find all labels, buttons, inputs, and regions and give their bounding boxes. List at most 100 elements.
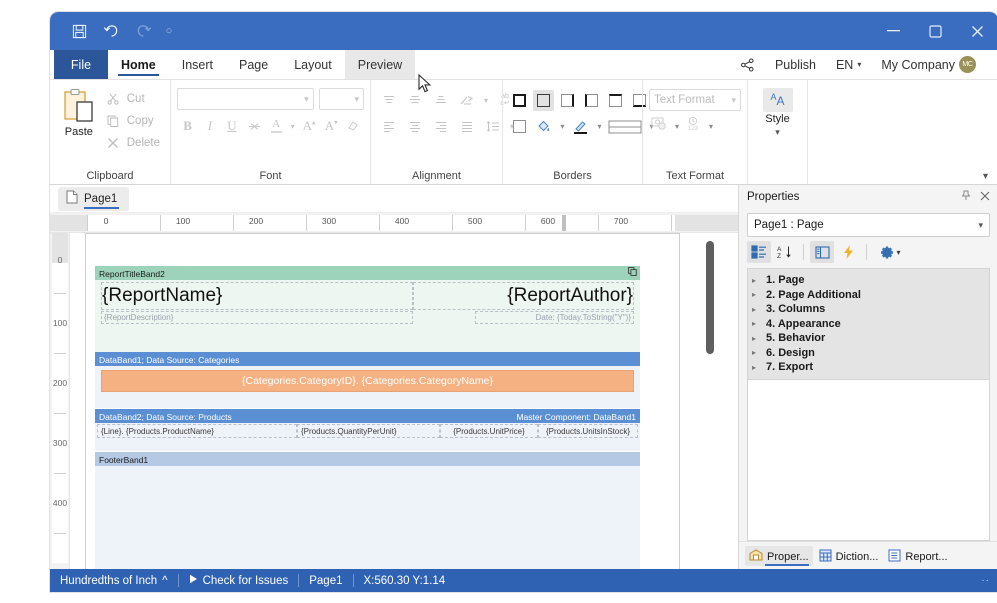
category-header-text[interactable]: {Categories.CategoryID}. {Categories.Cat…: [101, 370, 634, 392]
align-middle-icon[interactable]: [403, 89, 427, 111]
canvas-scroll-area[interactable]: ReportTitleBand2 {ReportName} {ReportAut…: [71, 233, 738, 569]
page-tab-page1[interactable]: Page1: [58, 186, 130, 211]
properties-category-row[interactable]: ▸ 1. Page: [748, 273, 989, 288]
band-data-2[interactable]: DataBand2; Data Source: Products Master …: [95, 409, 640, 451]
report-date-text[interactable]: Date: {Today.ToString("Y")}: [475, 311, 634, 324]
canvas-vertical-scrollbar-track[interactable]: [706, 233, 727, 569]
align-center-icon[interactable]: [403, 115, 427, 137]
save-icon[interactable]: [64, 17, 94, 45]
strikethrough-button[interactable]: [244, 115, 265, 137]
horizontal-ruler[interactable]: 0 100 200 300 400 500 600 700: [50, 213, 738, 233]
close-icon[interactable]: [956, 12, 997, 50]
properties-category-row[interactable]: ▸ 3. Columns: [748, 302, 989, 317]
fill-color-chevron-down-icon[interactable]: ▾: [557, 116, 567, 137]
tab-layout[interactable]: Layout: [281, 50, 345, 79]
font-size-combo[interactable]: ▾: [318, 88, 364, 110]
language-selector[interactable]: EN ▾: [826, 50, 871, 80]
chevron-right-icon[interactable]: ▸: [752, 319, 761, 328]
border-box-icon[interactable]: [533, 90, 554, 111]
align-justify-icon[interactable]: [455, 115, 479, 137]
properties-category-row[interactable]: ▸ 2. Page Additional: [748, 288, 989, 303]
report-description-text[interactable]: {ReportDescription}: [101, 311, 413, 324]
text-rotation-icon[interactable]: [455, 89, 479, 111]
publish-button[interactable]: Publish: [765, 50, 826, 80]
account-menu[interactable]: My Company MC: [871, 50, 986, 80]
border-color-chevron-down-icon[interactable]: ▾: [594, 116, 604, 137]
band-body-report-title[interactable]: {ReportName} {ReportAuthor} {ReportDescr…: [95, 280, 640, 352]
band-body-footer-1[interactable]: [95, 466, 640, 569]
chevron-right-icon[interactable]: ▸: [752, 363, 761, 372]
ribbon-collapse-chevron-down-icon[interactable]: ▾: [983, 171, 988, 182]
font-color-button[interactable]: A: [266, 115, 287, 137]
paste-button[interactable]: Paste: [56, 86, 102, 138]
text-rotation-chevron-down-icon[interactable]: ▾: [481, 89, 491, 111]
maximize-icon[interactable]: [914, 12, 956, 50]
cut-button[interactable]: Cut: [102, 88, 164, 109]
increase-font-size-button[interactable]: A▴: [298, 115, 319, 137]
border-all-icon[interactable]: [509, 90, 530, 111]
properties-category-list[interactable]: ▸ 1. Page ▸ 2. Page Additional ▸ 3. Colu…: [747, 268, 990, 380]
border-none-icon[interactable]: [509, 116, 530, 137]
properties-category-row[interactable]: ▸ 7. Export: [748, 360, 989, 375]
delete-button[interactable]: Delete: [102, 132, 164, 153]
share-icon[interactable]: [730, 50, 765, 80]
minimize-icon[interactable]: [872, 12, 914, 50]
border-style-icon[interactable]: [607, 116, 643, 137]
units-selector[interactable]: Hundredths of Inch ^: [50, 569, 178, 592]
tab-dictionary[interactable]: Diction...: [815, 546, 883, 566]
product-name-text[interactable]: {Line}. {Products.ProductName}: [97, 424, 297, 438]
check-for-issues-button[interactable]: Check for Issues: [179, 569, 299, 592]
report-name-text[interactable]: {ReportName}: [101, 282, 413, 310]
number-format-chevron-down-icon[interactable]: ▾: [709, 122, 713, 131]
align-right-icon[interactable]: [429, 115, 453, 137]
categorized-view-button[interactable]: [747, 241, 771, 263]
border-top-icon[interactable]: [605, 90, 626, 111]
band-report-title[interactable]: ReportTitleBand2 {ReportName} {ReportAut…: [95, 266, 640, 352]
undo-icon[interactable]: [96, 17, 126, 45]
currency-format-chevron-down-icon[interactable]: ▾: [675, 122, 679, 131]
clear-formatting-button[interactable]: [343, 115, 364, 137]
tab-file[interactable]: File: [54, 50, 108, 79]
style-chevron-down-icon[interactable]: ▾: [775, 127, 780, 138]
band-data-1[interactable]: DataBand1; Data Source: Categories {Cate…: [95, 352, 640, 408]
text-format-combo[interactable]: Text Format ▾: [649, 89, 741, 111]
properties-button[interactable]: [810, 241, 834, 263]
decrease-font-size-button[interactable]: A▾: [321, 115, 342, 137]
chevron-right-icon[interactable]: ▸: [752, 348, 761, 357]
border-color-icon[interactable]: [570, 116, 591, 137]
redo-icon[interactable]: [128, 17, 158, 45]
tab-insert[interactable]: Insert: [169, 50, 226, 79]
unit-price-text[interactable]: {Products.UnitPrice}: [440, 424, 538, 438]
band-footer-1[interactable]: FooterBand1: [95, 452, 640, 569]
italic-button[interactable]: I: [199, 115, 220, 137]
align-bottom-icon[interactable]: [429, 89, 453, 111]
pin-icon[interactable]: [961, 190, 971, 204]
qat-more-icon[interactable]: ○: [160, 18, 178, 44]
band-header-footer-1[interactable]: FooterBand1: [95, 452, 640, 466]
currency-format-icon[interactable]: [651, 116, 668, 136]
tab-report-tree[interactable]: Report...: [884, 546, 951, 566]
bold-button[interactable]: B: [177, 115, 198, 137]
vertical-ruler[interactable]: 0 100 200 300 400: [50, 233, 70, 569]
tab-page[interactable]: Page: [226, 50, 281, 79]
border-left-icon[interactable]: [581, 90, 602, 111]
report-page[interactable]: ReportTitleBand2 {ReportName} {ReportAut…: [85, 233, 680, 569]
fill-color-icon[interactable]: [533, 116, 554, 137]
properties-category-row[interactable]: ▸ 5. Behavior: [748, 331, 989, 346]
report-author-text[interactable]: {ReportAuthor}: [413, 282, 634, 310]
align-left-icon[interactable]: [377, 115, 401, 137]
units-in-stock-text[interactable]: {Products.UnitsInStock}: [538, 424, 638, 438]
copy-button[interactable]: Copy: [102, 110, 164, 131]
properties-category-row[interactable]: ▸ 6. Design: [748, 346, 989, 361]
tab-home[interactable]: Home: [108, 50, 169, 79]
font-color-chevron-down-icon[interactable]: ▾: [288, 115, 298, 137]
band-body-data-2[interactable]: {Line}. {Products.ProductName} {Products…: [95, 423, 640, 451]
band-header-report-title[interactable]: ReportTitleBand2: [95, 266, 640, 280]
lightning-icon[interactable]: [836, 241, 860, 263]
band-header-data-1[interactable]: DataBand1; Data Source: Categories: [95, 352, 640, 366]
close-icon[interactable]: [980, 191, 990, 204]
chevron-right-icon[interactable]: ▸: [752, 290, 761, 299]
chevron-right-icon[interactable]: ▸: [752, 276, 761, 285]
quantity-per-unit-text[interactable]: {Products.QuantityPerUnit}: [297, 424, 440, 438]
resize-grip[interactable]: ··: [981, 575, 997, 586]
